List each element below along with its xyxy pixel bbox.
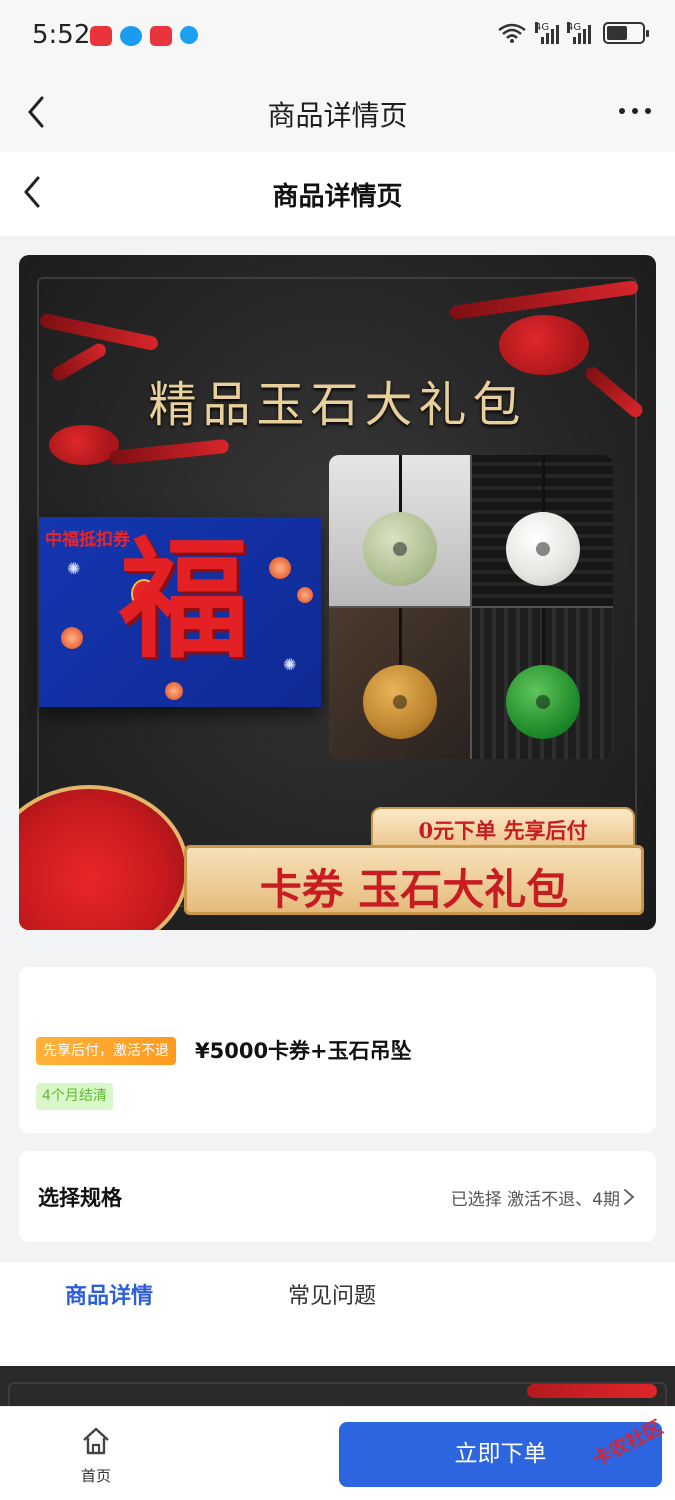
promo-tag-text: 0元下单 先享后付	[418, 818, 588, 843]
app-notification-icon	[180, 26, 198, 44]
banner-headline: 精品玉石大礼包	[148, 377, 527, 433]
product-title: ¥5000卡券+玉石吊坠	[195, 1039, 412, 1063]
spec-selected-value: 已选择 激活不退、4期	[450, 1190, 620, 1210]
coupon-label: 中福抵扣券	[45, 530, 130, 550]
battery-icon	[603, 22, 649, 44]
app-notification-icon	[150, 26, 172, 46]
home-icon[interactable]	[80, 1425, 112, 1457]
chevron-right-icon	[624, 1189, 635, 1205]
product-name-banner: 卡券 玉石大礼包	[184, 845, 644, 915]
product-name-text: 卡券 玉石大礼包	[259, 865, 569, 914]
app-notification-icon	[90, 26, 112, 46]
jade-photo-grid	[329, 455, 613, 759]
product-banner-image: 精品玉石大礼包 中福抵扣券 福 ✺ ✺ 0元下单 先享后付 卡券 玉石大礼包	[19, 255, 656, 930]
notification-icons	[90, 26, 198, 46]
status-indicators: 4G 4G	[497, 22, 649, 44]
signal-icon: 4G	[567, 22, 591, 44]
page-header: 商品详情页	[0, 152, 675, 236]
fu-character: 福	[119, 523, 250, 676]
detail-tabs: 商品详情 常见问题	[0, 1262, 675, 1366]
pay-later-badge: 先享后付，激活不退	[36, 1037, 176, 1065]
status-time: 5:52	[32, 20, 91, 50]
container-title: 商品详情页	[267, 99, 408, 132]
flower-icon	[269, 557, 291, 579]
container-nav-bar: 商品详情页	[0, 70, 675, 152]
spec-label: 选择规格	[38, 1186, 122, 1210]
flower-icon	[165, 682, 183, 700]
spec-selector[interactable]: 选择规格 已选择 激活不退、4期	[19, 1151, 656, 1242]
jade-photo	[329, 608, 470, 759]
sparkle-icon: ✺	[67, 559, 81, 578]
more-options-icon[interactable]	[619, 108, 651, 114]
signal-icon: 4G	[535, 22, 559, 44]
network-type-label: 4G	[567, 22, 582, 33]
status-bar: 5:52 4G 4G	[0, 0, 675, 70]
flower-icon	[61, 627, 83, 649]
tab-product-details[interactable]: 商品详情	[65, 1278, 153, 1310]
sparkle-icon: ✺	[283, 655, 297, 674]
term-badge: 4个月结清	[36, 1083, 113, 1110]
detail-image	[0, 1366, 675, 1412]
tab-faq[interactable]: 常见问题	[288, 1278, 376, 1310]
fu-coupon-card: 中福抵扣券 福 ✺ ✺	[39, 517, 321, 707]
bottom-action-bar: 首页 立即下单 卡农社区	[0, 1406, 675, 1500]
network-type-label: 4G	[535, 22, 550, 33]
jade-photo	[472, 608, 613, 759]
page-title: 商品详情页	[272, 182, 403, 212]
product-info-card: 先享后付，激活不退 ¥5000卡券+玉石吊坠 4个月结清	[19, 967, 656, 1133]
flower-icon	[297, 587, 313, 603]
wifi-icon	[498, 23, 526, 43]
home-label[interactable]: 首页	[80, 1465, 112, 1486]
jade-photo	[329, 455, 470, 606]
jade-photo	[472, 455, 613, 606]
message-notification-icon	[120, 26, 142, 46]
